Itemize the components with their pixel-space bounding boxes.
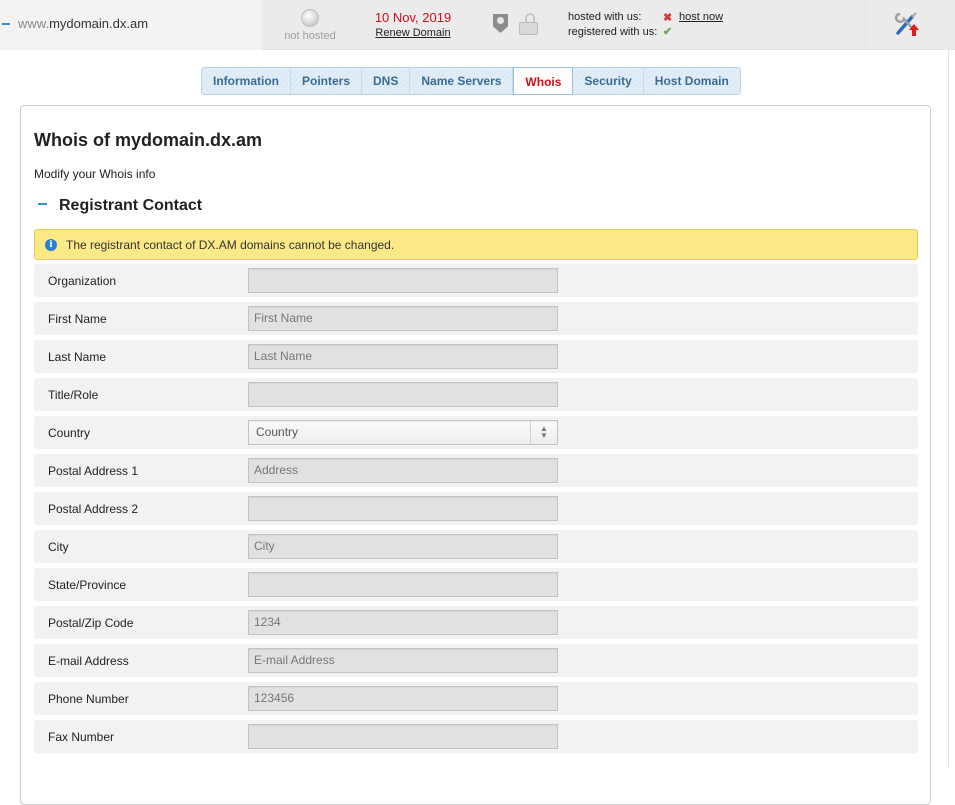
- form-row-postal-zip-code: Postal/Zip Code 1234: [34, 606, 918, 639]
- field-label: Postal Address 2: [48, 502, 139, 516]
- form-row-country: Country Country ▲ ▼: [34, 416, 918, 449]
- form-row-first-name: First Name First Name: [34, 302, 918, 335]
- tab-whois[interactable]: Whois: [513, 67, 574, 95]
- tab-security[interactable]: Security: [573, 68, 644, 94]
- field-label: Last Name: [48, 350, 107, 364]
- tools-cell: [865, 0, 955, 50]
- whois-panel: Whois of mydomain.dx.am Modify your Whoi…: [20, 105, 931, 805]
- domain-name: www.mydomain.dx.am: [18, 16, 149, 31]
- sort-arrows-icon[interactable]: ▲ ▼: [530, 421, 557, 444]
- green-check-icon: ✔: [663, 26, 673, 38]
- city-input[interactable]: City: [248, 534, 558, 559]
- hosted-with-us-label: hosted with us:: [568, 11, 642, 23]
- field-value: 123456: [254, 691, 295, 705]
- last-name-input[interactable]: Last Name: [248, 344, 558, 369]
- hosting-status-cell: not hosted: [262, 0, 358, 50]
- section-title: Registrant Contact: [59, 197, 203, 214]
- domain-cell[interactable]: www.mydomain.dx.am: [0, 0, 262, 50]
- e-mail-address-input[interactable]: E-mail Address: [248, 648, 558, 673]
- form-row-organization: Organization: [34, 264, 918, 297]
- field-label: E-mail Address: [48, 654, 129, 668]
- state-province-input[interactable]: [248, 572, 558, 597]
- collapse-icon[interactable]: [2, 23, 10, 25]
- title-role-input[interactable]: [248, 382, 558, 407]
- field-value: First Name: [254, 311, 313, 325]
- form-row-fax-number: Fax Number: [34, 720, 918, 753]
- form-row-postal-address-2: Postal Address 2: [34, 492, 918, 525]
- field-label: Title/Role: [48, 388, 99, 402]
- form-row-state-province: State/Province: [34, 568, 918, 601]
- form-row-e-mail-address: E-mail Address E-mail Address: [34, 644, 918, 677]
- field-label: Organization: [48, 274, 117, 288]
- warning-alert: i The registrant contact of DX.AM domain…: [34, 229, 918, 260]
- ownership-status-cell: hosted with us: ✖ host now registered wi…: [568, 0, 828, 50]
- field-label: Country: [48, 426, 91, 440]
- postal-address-2-input[interactable]: [248, 496, 558, 521]
- phone-number-input[interactable]: 123456: [248, 686, 558, 711]
- shield-user-icon[interactable]: [493, 14, 508, 33]
- field-value: E-mail Address: [254, 653, 335, 667]
- tab-name-servers[interactable]: Name Servers: [410, 68, 514, 94]
- tab-host-domain[interactable]: Host Domain: [644, 68, 740, 94]
- page-scrollbar-track[interactable]: [948, 50, 949, 767]
- domain-header-bar: www.mydomain.dx.am not hosted 10 Nov, 20…: [0, 0, 955, 50]
- field-value: Address: [254, 463, 299, 477]
- form-row-last-name: Last Name Last Name: [34, 340, 918, 373]
- form-row-city: City City: [34, 530, 918, 563]
- tools-upgrade-icon[interactable]: [894, 11, 920, 37]
- field-value: Last Name: [254, 349, 313, 363]
- field-label: City: [48, 540, 69, 554]
- field-value: City: [254, 539, 275, 553]
- registered-with-us-label: registered with us:: [568, 26, 658, 38]
- expiry-date: 10 Nov, 2019: [374, 10, 452, 25]
- form-row-title-role: Title/Role: [34, 378, 918, 411]
- expiry-cell: 10 Nov, 2019 Renew Domain: [358, 0, 468, 50]
- field-label: Phone Number: [48, 692, 129, 706]
- domain-tabs: Information Pointers DNS Name Servers Whois S…: [201, 67, 741, 95]
- red-x-icon: ✖: [663, 12, 673, 24]
- host-now-link[interactable]: host now: [679, 11, 723, 23]
- field-label: Postal/Zip Code: [48, 616, 134, 630]
- field-label: State/Province: [48, 578, 127, 592]
- unlocked-padlock-icon[interactable]: [519, 13, 538, 35]
- registrant-form: Organization First Name First Name Last Nam…: [34, 264, 918, 758]
- field-value: 1234: [254, 615, 281, 629]
- page-title: Whois of mydomain.dx.am: [34, 130, 263, 150]
- field-label: Fax Number: [48, 730, 115, 744]
- first-name-input[interactable]: First Name: [248, 306, 558, 331]
- collapse-section-icon[interactable]: [38, 203, 47, 206]
- privacy-lock-cell: [482, 0, 562, 50]
- organization-input[interactable]: [248, 268, 558, 293]
- alert-message: The registrant contact of DX.AM domains …: [66, 238, 395, 252]
- hosting-status-label: not hosted: [284, 30, 336, 42]
- form-row-phone-number: Phone Number 123456: [34, 682, 918, 715]
- info-icon: i: [45, 239, 57, 251]
- section-registrant-contact[interactable]: Registrant Contact: [34, 197, 202, 215]
- country-select[interactable]: Country ▲ ▼: [248, 420, 558, 445]
- field-value: Country: [256, 425, 299, 439]
- form-row-postal-address-1: Postal Address 1 Address: [34, 454, 918, 487]
- field-label: First Name: [48, 312, 107, 326]
- postal-zip-code-input[interactable]: 1234: [248, 610, 558, 635]
- postal-address-1-input[interactable]: Address: [248, 458, 558, 483]
- fax-number-input[interactable]: [248, 724, 558, 749]
- tab-information[interactable]: Information: [202, 68, 291, 94]
- renew-domain-link[interactable]: Renew Domain: [358, 27, 468, 39]
- page-subtitle: Modify your Whois info: [34, 167, 156, 181]
- globe-icon: [301, 9, 319, 27]
- field-label: Postal Address 1: [48, 464, 139, 478]
- tab-pointers[interactable]: Pointers: [291, 68, 363, 94]
- tab-dns[interactable]: DNS: [362, 68, 411, 94]
